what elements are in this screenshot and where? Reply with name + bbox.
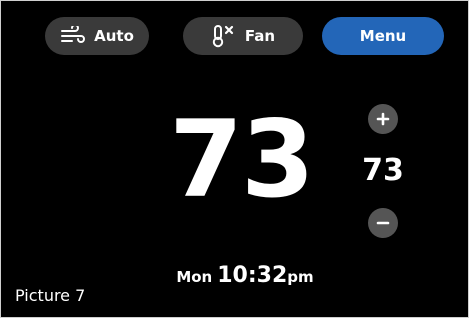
mode-button-label: Auto	[94, 27, 134, 45]
increase-setpoint-button[interactable]	[368, 104, 398, 134]
picture-caption: Picture 7	[15, 286, 86, 305]
menu-button[interactable]: Menu	[322, 17, 444, 55]
thermometer-fan-icon	[211, 24, 237, 48]
picture-frame: Auto Fan Menu 73 73 Mon 10:32pm Picture …	[0, 0, 469, 318]
menu-button-label: Menu	[359, 27, 407, 45]
current-temperature: 73	[169, 98, 315, 221]
fan-button-label: Fan	[244, 27, 276, 45]
wind-icon	[60, 26, 86, 46]
mode-auto-button[interactable]: Auto	[45, 17, 149, 55]
setpoint-value: 73	[362, 153, 404, 188]
day-time-display: Mon 10:32pm	[155, 263, 335, 293]
thermostat-screen: Auto Fan Menu 73 73 Mon 10:32pm Picture …	[5, 5, 466, 315]
ampm-label: pm	[287, 268, 314, 286]
decrease-setpoint-button[interactable]	[368, 208, 398, 238]
fan-button[interactable]: Fan	[183, 17, 303, 55]
time-label: 10:32	[217, 263, 288, 288]
plus-icon	[376, 112, 390, 126]
day-label: Mon	[176, 268, 213, 286]
minus-icon	[376, 221, 390, 225]
